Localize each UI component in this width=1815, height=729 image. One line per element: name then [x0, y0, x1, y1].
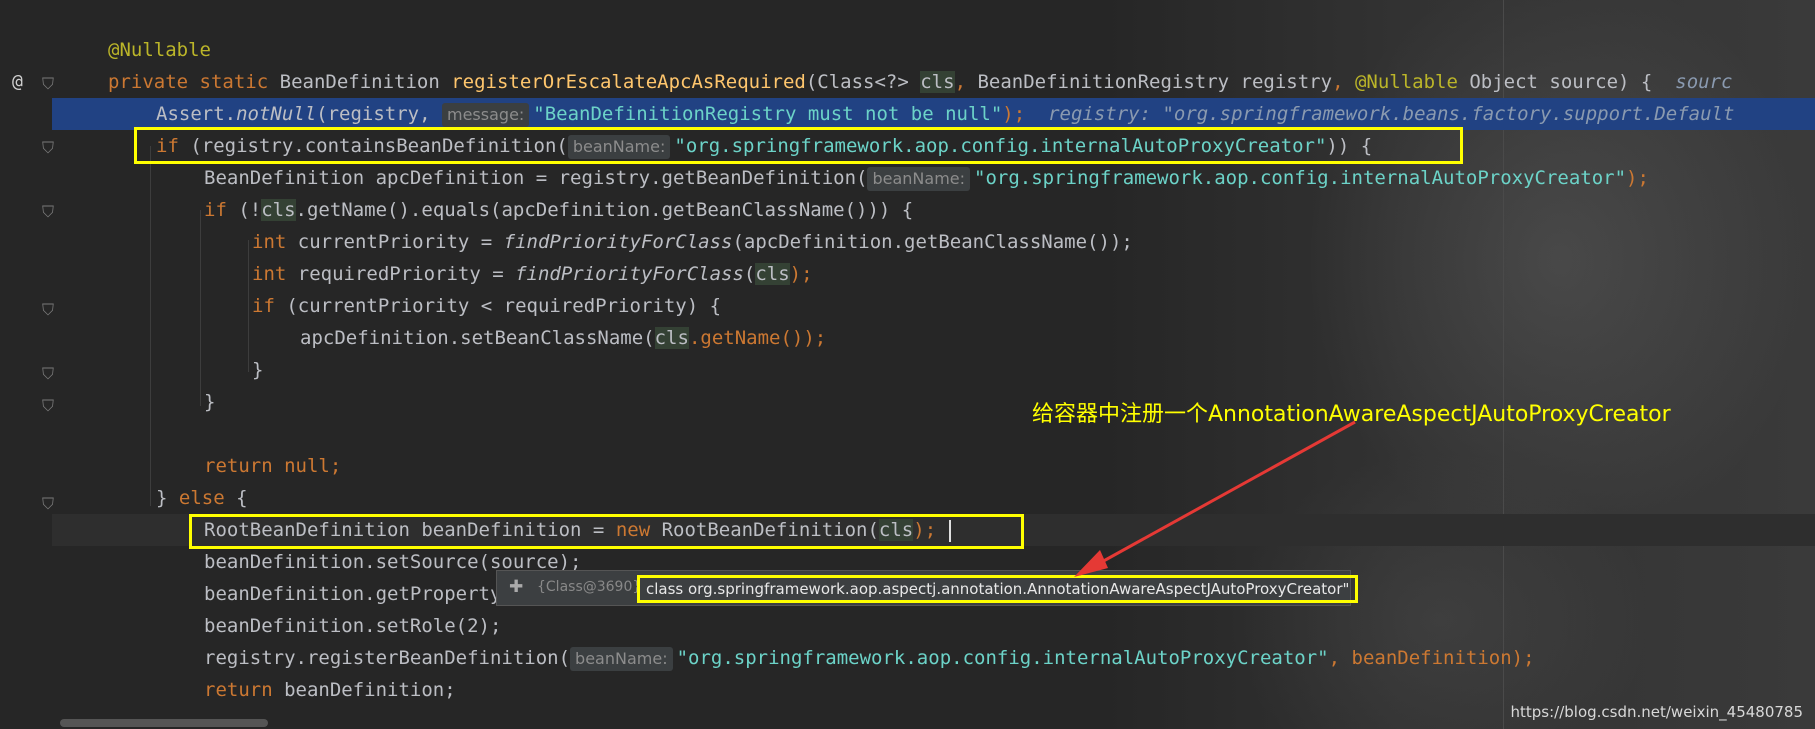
code-text: requiredPriority = — [286, 263, 516, 285]
debug-value-popup[interactable]: ✚ {Class@3690} class org.springframework… — [496, 570, 1359, 606]
code-line[interactable]: apcDefinition.setBeanClassName(cls.getNa… — [52, 322, 1815, 354]
code-text: (Class<?> — [805, 71, 921, 93]
code-text: (! — [226, 199, 262, 221]
code-text: } — [252, 359, 264, 381]
code-text: (registry, — [316, 103, 442, 125]
code-line[interactable]: BeanDefinition apcDefinition = registry.… — [52, 162, 1815, 194]
code-text: ( — [743, 263, 756, 285]
code-text: Assert. — [156, 103, 237, 125]
watermark: https://blog.csdn.net/weixin_45480785 — [1510, 703, 1803, 721]
code-text: Object source) { — [1457, 71, 1653, 93]
code-text: registry.registerBeanDefinition( — [204, 647, 571, 669]
keyword: if — [204, 199, 227, 221]
keyword: int — [252, 263, 287, 285]
code-text: ); — [1626, 167, 1649, 189]
keyword: else — [178, 487, 225, 509]
method-name: findPriorityForClass — [515, 263, 744, 285]
method-name: registerOrEscalateApcAsRequired — [451, 71, 806, 93]
code-text: { — [224, 487, 248, 509]
plus-icon[interactable]: ✚ — [509, 577, 523, 597]
method-name: findPriorityForClass — [503, 231, 733, 253]
type-name: BeanDefinition — [279, 71, 440, 93]
keyword: static — [199, 71, 269, 93]
parameter-hint: beanName: — [570, 647, 673, 671]
keyword: int — [252, 231, 287, 253]
variable-cls: cls — [261, 199, 296, 221]
popup-value: class org.springframework.aop.aspectj.an… — [637, 575, 1359, 603]
code-text: apcDefinition.setBeanClassName( — [300, 327, 655, 349]
parameter-hint: message: — [442, 103, 530, 127]
code-line[interactable]: return null; — [52, 450, 1815, 482]
code-text: } — [156, 487, 179, 509]
code-line-current[interactable]: Assert.notNull(registry, message: "BeanDe… — [52, 98, 1815, 130]
annotation-text: @Nullable — [1354, 71, 1458, 93]
variable-cls: cls — [755, 263, 790, 285]
string-literal: "org.springframework.aop.config.internal… — [974, 167, 1627, 189]
code-text: ); — [789, 263, 813, 285]
code-text: (currentPriority < requiredPriority) { — [274, 295, 722, 317]
highlight-box-if-contains — [134, 127, 1463, 164]
keyword: return — [204, 679, 273, 701]
code-text: } — [204, 391, 216, 413]
code-text: currentPriority = — [286, 231, 504, 253]
code-text: ); — [1002, 103, 1026, 125]
parameter-hint: beanName: — [867, 167, 971, 191]
string-literal: "BeanDefinitionRegistry must not be null… — [533, 103, 1003, 125]
code-line[interactable]: if (currentPriority < requiredPriority) … — [52, 290, 1815, 322]
keyword: return — [204, 455, 273, 477]
code-text: , beanDefinition); — [1328, 647, 1535, 669]
code-text: BeanDefinition apcDefinition = registry.… — [204, 167, 868, 189]
inline-debug-value: registry: "org.springframework.beans.fac… — [1048, 103, 1735, 125]
code-text: , — [954, 71, 978, 93]
code-line[interactable]: if (!cls.getName().equals(apcDefinition.… — [52, 194, 1815, 226]
code-line[interactable]: } — [52, 354, 1815, 386]
code-text: beanDefinition; — [272, 679, 456, 701]
code-line[interactable]: beanDefinition.setRole(2); — [52, 610, 1815, 642]
code-line[interactable]: @Nullable — [52, 34, 1815, 66]
keyword: if — [252, 295, 275, 317]
code-line[interactable]: private static BeanDefinition registerOr… — [52, 66, 1815, 98]
code-text: , — [1332, 71, 1355, 93]
at-icon[interactable]: @ — [12, 72, 23, 92]
variable-cls: cls — [654, 327, 689, 349]
code-text: null; — [272, 455, 342, 477]
highlight-box-root-definition — [189, 514, 1024, 549]
code-line[interactable]: registry.registerBeanDefinition(beanName… — [52, 642, 1815, 674]
code-line[interactable]: return beanDefinition; — [52, 674, 1815, 706]
string-literal: "org.springframework.aop.config.internal… — [676, 647, 1329, 669]
annotation-text: @Nullable — [108, 39, 211, 61]
object-ref: {Class@3690} — [537, 579, 642, 595]
code-line[interactable]: int currentPriority = findPriorityForCla… — [52, 226, 1815, 258]
code-text: .getName().equals(apcDefinition.getBeanC… — [295, 199, 914, 221]
variable-cls: cls — [920, 71, 955, 93]
horizontal-scrollbar[interactable] — [60, 719, 268, 727]
code-text: .getName()); — [688, 327, 827, 349]
inline-debug-value: sourc — [1675, 71, 1733, 93]
code-text: BeanDefinitionRegistry registry — [977, 71, 1333, 93]
code-line[interactable]: } else { — [52, 482, 1815, 514]
text-caret — [949, 520, 951, 542]
code-line[interactable]: int requiredPriority = findPriorityForCl… — [52, 258, 1815, 290]
code-text: (apcDefinition.getBeanClassName()); — [732, 231, 1133, 253]
code-text: beanDefinition.setRole(2); — [204, 615, 502, 637]
annotation-label: 给容器中注册一个AnnotationAwareAspectJAutoProxyC… — [1032, 402, 1671, 427]
keyword: private — [108, 71, 189, 93]
method-name: notNull — [236, 103, 317, 125]
